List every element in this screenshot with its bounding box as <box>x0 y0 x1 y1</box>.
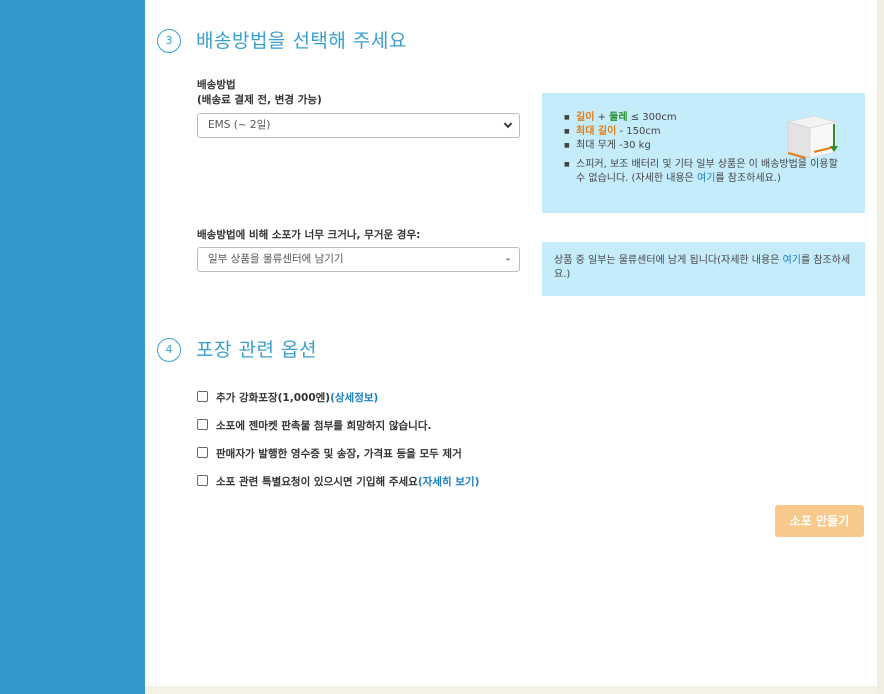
max-length-label: 최대 길이 <box>576 126 617 137</box>
remove-receipts-label: 판매자가 발행한 영수증 및 송장, 가격표 등을 모두 제거 <box>216 448 462 460</box>
option-reinforced-packing[interactable]: 추가 강화포장(1,000엔)(상세정보) <box>197 390 378 405</box>
create-parcel-button[interactable]: 소포 만들기 <box>775 505 864 537</box>
reinforced-packing-label: 추가 강화포장(1,000엔) <box>216 392 331 404</box>
special-request-details-link[interactable]: (자세히 보기) <box>418 476 480 488</box>
caret-down-icon <box>503 248 513 279</box>
shipping-method-label-line1: 배송방법 <box>197 79 236 91</box>
special-request-checkbox[interactable] <box>197 475 208 486</box>
restriction-note-link[interactable]: 여기 <box>697 173 715 184</box>
size-limit-value: ≤ 300cm <box>627 112 677 123</box>
shipping-method-label-line2: (배송료 결제 전, 변경 가능) <box>197 94 322 106</box>
step-3-number: 3 <box>157 29 181 53</box>
step-4-title: 포장 관련 옵션 <box>196 339 317 361</box>
no-promo-checkbox[interactable] <box>197 419 208 430</box>
shipping-method-select-value: EMS (~ 2일) <box>208 119 271 131</box>
reinforced-packing-checkbox[interactable] <box>197 391 208 402</box>
option-remove-receipts[interactable]: 판매자가 발행한 영수증 및 송장, 가격표 등을 모두 제거 <box>197 446 462 461</box>
step-3-title: 배송방법을 선택해 주세요 <box>196 30 407 52</box>
shipping-method-label: 배송방법 (배송료 결제 전, 변경 가능) <box>197 78 322 108</box>
restriction-note-suffix: 를 참조하세요.) <box>715 173 781 184</box>
no-promo-label: 소포에 젠마켓 판촉물 첨부를 희망하지 않습니다. <box>216 420 432 432</box>
length-label: 길이 <box>576 112 595 123</box>
step-4-number: 4 <box>157 338 181 362</box>
oversize-info-link[interactable]: 여기 <box>783 255 801 266</box>
oversize-option-select-value: 일부 상품을 물류센터에 남기기 <box>208 253 344 265</box>
max-length-value: - 150cm <box>616 126 661 137</box>
plus-sign: + <box>594 112 610 123</box>
option-no-promo[interactable]: 소포에 젠마켓 판촉물 첨부를 희망하지 않습니다. <box>197 418 431 433</box>
reinforced-packing-details-link[interactable]: (상세정보) <box>330 392 378 404</box>
chevron-down-icon <box>503 114 513 145</box>
oversize-info-text: 상품 중 일부는 물류센터에 남게 됩니다(자세한 내용은 <box>554 255 783 266</box>
shipping-method-select[interactable]: EMS (~ 2일) <box>197 113 520 138</box>
left-sidebar <box>0 0 145 694</box>
oversize-label: 배송방법에 비해 소포가 너무 크거나, 무거운 경우: <box>197 229 421 241</box>
package-size-icon <box>787 115 838 159</box>
special-request-label: 소포 관련 특별요청이 있으시면 기입해 주세요 <box>216 476 418 488</box>
girth-label: 둘레 <box>609 112 628 123</box>
remove-receipts-checkbox[interactable] <box>197 447 208 458</box>
right-edge <box>877 0 884 694</box>
oversize-info-box: 상품 중 일부는 물류센터에 남게 됩니다(자세한 내용은 여기를 참조하세요.… <box>542 242 865 296</box>
option-special-request[interactable]: 소포 관련 특별요청이 있으시면 기입해 주세요(자세히 보기) <box>197 474 479 489</box>
restriction-note: 스피커, 보조 배터리 및 기타 일부 상품은 이 배송방법을 이용할 수 없습… <box>564 158 865 186</box>
oversize-option-select[interactable]: 일부 상품을 물류센터에 남기기 <box>197 247 520 272</box>
